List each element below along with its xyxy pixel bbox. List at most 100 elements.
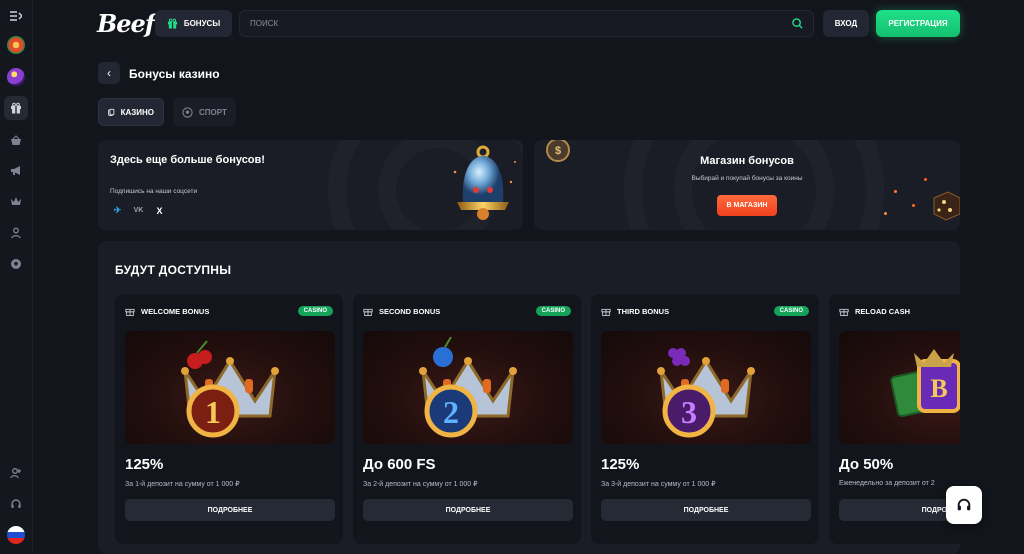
- upcoming-bonuses-section: БУДУТ ДОСТУПНЫ WELCOME BONUS CASINO 1 12…: [98, 241, 960, 554]
- telegram-icon[interactable]: ✈: [110, 203, 125, 218]
- tab-casino-label: КАЗИНО: [120, 107, 154, 117]
- svg-text:3: 3: [681, 394, 697, 430]
- sidebar-item-shop[interactable]: [4, 128, 28, 152]
- bonus-shop-subtitle: Выбирай и покупай бонусы за коины: [691, 175, 803, 182]
- reload-bonus-image: B: [839, 331, 960, 444]
- dice-illustration: [933, 191, 960, 221]
- sidebar-item-roulette[interactable]: [4, 33, 28, 57]
- ember-sparks: [894, 190, 897, 193]
- bonus-description: Еженедельно за депозит от 2: [839, 480, 935, 487]
- details-button[interactable]: ПОДРОБНЕЕ: [601, 499, 811, 521]
- sidebar-item-wheel[interactable]: [4, 65, 28, 89]
- tab-sport[interactable]: СПОРТ: [173, 98, 236, 126]
- bell-illustration: [453, 145, 516, 220]
- social-promo-subtitle: Подпишись на наши соцсети: [110, 188, 198, 195]
- roulette-icon: [7, 36, 25, 54]
- card-header: RELOAD CASH: [839, 306, 910, 316]
- language-selector[interactable]: [4, 523, 28, 547]
- cards-icon: [108, 108, 115, 116]
- casino-badge: CASINO: [773, 306, 809, 316]
- gift-icon: [601, 308, 611, 316]
- headset-icon: [11, 499, 21, 508]
- sidebar-item-sport[interactable]: [4, 252, 28, 276]
- page-title: Бонусы казино: [129, 67, 220, 81]
- add-user-icon: [10, 468, 21, 479]
- bonus-shop-title: Магазин бонусов: [700, 155, 794, 167]
- social-promo-banner: Здесь еще больше бонусов! Подпишись на н…: [98, 140, 523, 230]
- svg-text:1: 1: [205, 394, 221, 430]
- tab-sport-label: СПОРТ: [199, 107, 227, 117]
- bonus-amount: 125%: [125, 456, 164, 473]
- headset-icon: [957, 498, 971, 511]
- casino-badge: CASINO: [535, 306, 571, 316]
- gift-icon: [125, 308, 135, 316]
- bonus-card-third[interactable]: THIRD BONUS CASINO 3 125% За 3-й депозит…: [591, 294, 819, 544]
- x-icon[interactable]: X: [152, 203, 167, 218]
- bonuses-button[interactable]: БОНУСЫ: [155, 10, 232, 37]
- welcome-bonus-image: 1: [125, 331, 335, 444]
- bonus-card-second[interactable]: SECOND BONUS CASINO 2 До 600 FS За 2-й д…: [353, 294, 581, 544]
- bonus-amount: До 50%: [839, 456, 894, 473]
- login-button[interactable]: ВХОД: [823, 10, 869, 37]
- details-button[interactable]: ПОДРОБНЕЕ: [839, 499, 960, 521]
- beef-logo[interactable]: Beef: [97, 9, 155, 38]
- second-bonus-image: 2: [363, 331, 573, 444]
- sidebar-item-referral[interactable]: [4, 221, 28, 245]
- card-title: SECOND BONUS: [379, 306, 441, 316]
- card-header: THIRD BONUS: [601, 306, 669, 316]
- bonus-amount: 125%: [601, 456, 640, 473]
- gift-icon: [11, 102, 21, 114]
- svg-text:2: 2: [443, 394, 459, 430]
- card-title: THIRD BONUS: [617, 306, 670, 316]
- bonus-amount: До 600 FS: [363, 456, 436, 473]
- register-button[interactable]: РЕГИСТРАЦИЯ: [876, 10, 960, 37]
- back-button[interactable]: ‹: [98, 62, 120, 84]
- search-icon[interactable]: [792, 18, 803, 29]
- vk-icon[interactable]: VK: [131, 203, 146, 218]
- details-button[interactable]: ПОДРОБНЕЕ: [363, 499, 573, 521]
- third-bonus-image: 3: [601, 331, 811, 444]
- sidebar-item-promotions[interactable]: [4, 158, 28, 182]
- gift-icon: [363, 308, 373, 316]
- tab-casino[interactable]: КАЗИНО: [98, 98, 164, 126]
- sidebar: [0, 0, 33, 554]
- card-header: WELCOME BONUS: [125, 306, 209, 316]
- svg-text:B: B: [930, 374, 947, 403]
- ball-icon: [11, 259, 21, 269]
- bonuses-label: БОНУСЫ: [183, 19, 221, 28]
- card-title: WELCOME BONUS: [141, 306, 210, 316]
- users-icon: [11, 227, 21, 239]
- search-bar[interactable]: [239, 10, 814, 37]
- ball-icon: [182, 106, 193, 118]
- sidebar-item-bonuses[interactable]: [4, 96, 28, 120]
- bonus-description: За 2-й депозит на сумму от 1 000 ₽: [363, 481, 478, 488]
- to-shop-button[interactable]: В МАГАЗИН: [717, 195, 777, 216]
- sidebar-item-vip[interactable]: [4, 189, 28, 213]
- details-button[interactable]: ПОДРОБНЕЕ: [125, 499, 335, 521]
- crown-icon: [11, 197, 21, 205]
- collapse-sidebar-icon[interactable]: [4, 4, 28, 28]
- search-input[interactable]: [250, 19, 792, 28]
- megaphone-icon: [11, 165, 20, 175]
- gift-icon: [839, 308, 849, 316]
- gift-icon: [167, 18, 177, 29]
- card-header: SECOND BONUS: [363, 306, 440, 316]
- card-title: RELOAD CASH: [855, 306, 911, 316]
- bonus-description: За 1-й депозит на сумму от 1 000 ₽: [125, 481, 240, 488]
- bonus-card-reload[interactable]: RELOAD CASH B До 50% Еженедельно за депо…: [829, 294, 960, 544]
- sidebar-item-add-user[interactable]: [4, 461, 28, 485]
- support-chat-button[interactable]: [946, 486, 982, 524]
- social-links: ✈ VK X: [110, 203, 167, 218]
- casino-badge: CASINO: [297, 306, 333, 316]
- section-title: БУДУТ ДОСТУПНЫ: [115, 263, 232, 277]
- basket-icon: [11, 134, 21, 145]
- main-content: Beef БОНУСЫ ВХОД РЕГИСТРАЦИЯ ‹ Бонусы ка…: [33, 0, 1024, 554]
- bonus-card-welcome[interactable]: WELCOME BONUS CASINO 1 125% За 1-й депоз…: [115, 294, 343, 544]
- social-promo-title: Здесь еще больше бонусов!: [110, 154, 265, 166]
- chevron-left-icon: ‹: [107, 66, 111, 80]
- bonus-description: За 3-й депозит на сумму от 1 000 ₽: [601, 481, 716, 488]
- wheel-icon: [7, 68, 25, 86]
- russian-flag-icon: [7, 526, 25, 544]
- bonus-shop-banner: $ Магазин бонусов Выбирай и покупай бону…: [534, 140, 960, 230]
- sidebar-item-support[interactable]: [4, 492, 28, 516]
